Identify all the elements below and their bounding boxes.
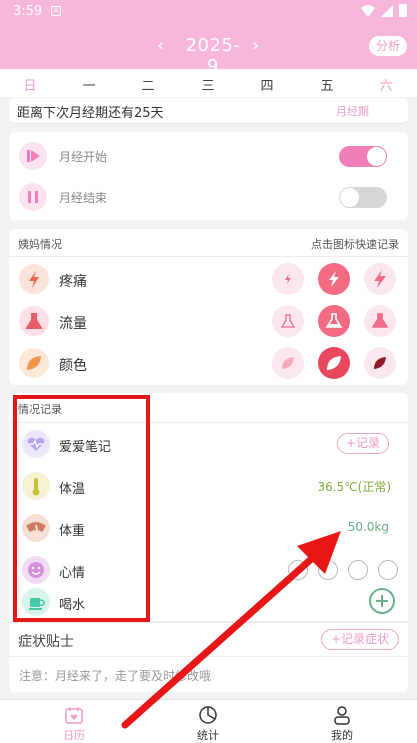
weekday-fri: 五 <box>320 79 334 94</box>
water-label: 喝水 <box>59 598 86 613</box>
flow-level-high[interactable] <box>364 305 396 337</box>
period-start-row: 月经开始 <box>9 136 408 176</box>
pause-icon <box>19 183 47 211</box>
color-row: 颜色 <box>9 342 408 385</box>
period-end-switch[interactable] <box>339 187 387 208</box>
weekday-thu: 四 <box>260 79 274 94</box>
flask-icon <box>19 306 49 336</box>
weight-row: 体重 50.0kg <box>9 508 408 550</box>
play-icon <box>19 142 47 170</box>
app-header: 3:59 A ‹ 2025-9 › 分析 <box>0 0 417 77</box>
leaf-icon <box>19 348 49 378</box>
pain-level-high[interactable] <box>364 263 396 295</box>
color-medium[interactable] <box>318 347 350 379</box>
countdown-bar: 距离下次月经期还有25天 月经期 <box>9 98 408 124</box>
section-hint: 点击图标快速记录 <box>311 238 399 251</box>
weekday-tue: 二 <box>141 79 155 94</box>
nav-calendar-label: 日历 <box>63 729 85 742</box>
log-section-title: 情况记录 <box>18 403 62 416</box>
symptom-title: 症状贴士 <box>18 634 74 650</box>
section-title: 姨妈情况 <box>18 238 62 251</box>
note-row: 注意：月经来了，走了要及时修改哦 <box>9 656 408 692</box>
flow-label: 流量 <box>59 316 87 332</box>
bottom-nav: 日历 统计 我的 <box>0 699 417 743</box>
period-start-switch[interactable] <box>339 146 387 167</box>
thermometer-icon <box>22 472 50 500</box>
add-love-note-button[interactable]: +记录 <box>337 433 389 454</box>
period-start-label: 月经开始 <box>59 150 108 164</box>
status-time: 3:59 <box>13 4 43 19</box>
notification-icon: A <box>51 6 61 16</box>
temperature-label: 体温 <box>59 482 86 497</box>
cup-icon <box>22 588 50 616</box>
period-end-label: 月经结束 <box>59 191 108 205</box>
battery-icon <box>399 4 407 17</box>
add-symptom-button[interactable]: +记录症状 <box>321 629 399 650</box>
pain-level-low[interactable] <box>272 263 304 295</box>
nav-profile-label: 我的 <box>331 729 353 742</box>
mood-sad-icon[interactable] <box>378 560 398 580</box>
condition-log-card: 情况记录 爱爱笔记 +记录 体温 36.5℃(正常) 体重 50.0kg 心情 <box>9 393 408 621</box>
user-icon <box>334 706 350 725</box>
mood-calm-icon[interactable] <box>318 560 338 580</box>
weekday-header: 日 一 二 三 四 五 六 <box>0 69 417 97</box>
pain-label: 疼痛 <box>59 274 87 290</box>
nav-calendar[interactable]: 日历 <box>39 700 109 743</box>
signal-icon <box>381 4 393 17</box>
period-end-row: 月经结束 <box>9 177 408 217</box>
weekday-sat: 六 <box>379 79 393 94</box>
color-light[interactable] <box>272 347 304 379</box>
love-note-label: 爱爱笔记 <box>59 440 112 455</box>
color-label: 颜色 <box>59 358 87 374</box>
analyze-button[interactable]: 分析 <box>369 36 407 56</box>
flow-row: 流量 <box>9 300 408 343</box>
temperature-row: 体温 36.5℃(正常) <box>9 466 408 508</box>
nav-stats-label: 统计 <box>197 729 219 742</box>
weekday-sun: 日 <box>23 79 37 94</box>
pain-row: 疼痛 <box>9 258 408 301</box>
nav-stats[interactable]: 统计 <box>173 700 243 743</box>
mood-label: 心情 <box>59 566 86 581</box>
temperature-value[interactable]: 36.5℃(正常) <box>317 478 391 495</box>
color-dark[interactable] <box>364 347 396 379</box>
month-switcher: ‹ 2025-9 › <box>0 33 417 77</box>
mood-angry-icon[interactable] <box>348 560 368 580</box>
prev-month-button[interactable]: ‹ <box>157 35 164 56</box>
calendar-heart-icon <box>65 707 83 724</box>
add-water-button[interactable] <box>369 588 395 614</box>
heart-pulse-icon <box>22 430 50 458</box>
wifi-icon <box>361 4 375 17</box>
divider <box>9 422 408 423</box>
mood-happy-icon[interactable] <box>288 560 308 580</box>
flow-level-mid[interactable] <box>318 305 350 337</box>
love-note-row: 爱爱笔记 +记录 <box>9 424 408 466</box>
period-tag: 月经期 <box>336 105 369 118</box>
weekday-wed: 三 <box>201 79 215 94</box>
smile-icon <box>22 556 50 584</box>
lightning-icon <box>19 264 49 294</box>
scale-icon <box>22 514 50 542</box>
weight-value[interactable]: 50.0kg <box>348 520 389 534</box>
flow-level-low[interactable] <box>272 305 304 337</box>
pie-chart-icon <box>199 706 217 724</box>
nav-profile[interactable]: 我的 <box>307 700 377 743</box>
period-condition-header: 姨妈情况 点击图标快速记录 <box>9 229 408 257</box>
weight-label: 体重 <box>59 524 86 539</box>
countdown-text: 距离下次月经期还有25天 <box>17 106 164 121</box>
symptom-tips-row: 症状贴士 +记录症状 <box>9 622 408 656</box>
note-text: 注意：月经来了，走了要及时修改哦 <box>19 669 212 683</box>
weekday-mon: 一 <box>82 79 96 94</box>
period-toggle-card: 月经开始 月经结束 <box>9 132 408 220</box>
next-month-button[interactable]: › <box>252 35 259 56</box>
water-row: 喝水 <box>9 582 408 624</box>
pain-level-mid[interactable] <box>318 263 350 295</box>
status-bar: 3:59 A <box>0 0 417 24</box>
period-condition-card: 姨妈情况 点击图标快速记录 疼痛 流量 颜色 <box>9 229 408 385</box>
